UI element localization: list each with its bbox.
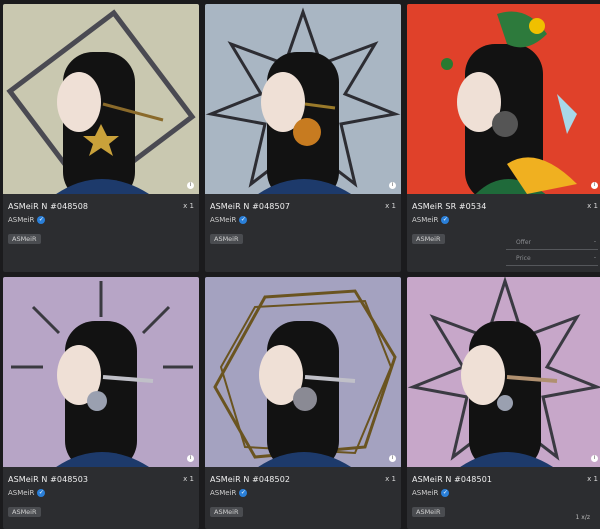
price-label: Price [516, 255, 531, 262]
info-icon[interactable]: i [389, 455, 396, 462]
quantity: x 1 [183, 475, 194, 483]
card-title[interactable]: ASMeiR N #048502 [210, 475, 290, 484]
verified-icon: ✓ [239, 489, 248, 497]
artwork-image [213, 289, 397, 467]
price-value: - [593, 254, 596, 261]
nft-card[interactable]: i ASMeiR N #048501 x 1 ASMeiR ✓ ASMeiR [407, 277, 600, 529]
info-icon[interactable]: i [591, 455, 598, 462]
quantity: x 1 [183, 202, 194, 210]
info-icon[interactable]: i [187, 455, 194, 462]
price-field[interactable]: Price - [506, 253, 598, 266]
info-icon[interactable]: i [389, 182, 396, 189]
creator-name[interactable]: ASMeiR [8, 489, 34, 497]
info-icon[interactable]: i [591, 182, 598, 189]
verified-icon: ✓ [37, 216, 46, 224]
nft-artwork[interactable]: i [407, 4, 600, 194]
nft-artwork[interactable]: i [205, 4, 401, 194]
artwork-image [205, 7, 401, 194]
nft-artwork[interactable]: i [3, 4, 199, 194]
nft-card[interactable]: i ASMeiR N #048508 x 1 ASMeiR ✓ ASMeiR [3, 4, 199, 272]
card-title[interactable]: ASMeiR N #048501 [412, 475, 492, 484]
nft-artwork[interactable]: i [205, 277, 401, 467]
card-title[interactable]: ASMeiR N #048503 [8, 475, 88, 484]
artwork-image [441, 11, 577, 194]
pager: 1 x/z [575, 514, 590, 521]
verified-icon: ✓ [37, 489, 46, 497]
collection-tag[interactable]: ASMeiR [8, 234, 41, 244]
card-title[interactable]: ASMeiR N #048508 [8, 202, 88, 211]
collection-tag[interactable]: ASMeiR [210, 234, 243, 244]
nft-card[interactable]: i ASMeiR N #048502 x 1 ASMeiR ✓ ASMeiR [205, 277, 401, 529]
nft-card[interactable]: i ASMeiR N #048507 x 1 ASMeiR ✓ ASMeiR [205, 4, 401, 272]
artwork-image [11, 281, 193, 467]
creator-name[interactable]: ASMeiR [8, 216, 34, 224]
collection-tag[interactable]: ASMeiR [412, 234, 445, 244]
collection-tag[interactable]: ASMeiR [210, 507, 243, 517]
creator-name[interactable]: ASMeiR [412, 489, 438, 497]
collection-tag[interactable]: ASMeiR [412, 507, 445, 517]
card-title[interactable]: ASMeiR N #048507 [210, 202, 290, 211]
collection-tag[interactable]: ASMeiR [8, 507, 41, 517]
verified-icon: ✓ [441, 216, 450, 224]
card-title[interactable]: ASMeiR SR #0534 [412, 202, 486, 211]
quantity: x 1 [385, 202, 396, 210]
nft-artwork[interactable]: i [407, 277, 600, 467]
nft-artwork[interactable]: i [3, 277, 199, 467]
nft-card[interactable]: i ASMeiR SR #0534 x 1 ASMeiR ✓ ASMeiR [407, 4, 600, 272]
creator-name[interactable]: ASMeiR [210, 216, 236, 224]
nft-card[interactable]: i ASMeiR N #048503 x 1 ASMeiR ✓ ASMeiR [3, 277, 199, 529]
info-icon[interactable]: i [187, 182, 194, 189]
artwork-image [6, 9, 196, 194]
offer-label: Offer [516, 239, 532, 246]
verified-icon: ✓ [239, 216, 248, 224]
quantity: x 1 [587, 475, 598, 483]
offer-value: - [593, 238, 596, 245]
creator-name[interactable]: ASMeiR [210, 489, 236, 497]
quantity: x 1 [385, 475, 396, 483]
offer-field[interactable]: Offer - [506, 237, 598, 250]
creator-name[interactable]: ASMeiR [412, 216, 438, 224]
artwork-image [407, 277, 600, 467]
verified-icon: ✓ [441, 489, 450, 497]
quantity: x 1 [587, 202, 598, 210]
